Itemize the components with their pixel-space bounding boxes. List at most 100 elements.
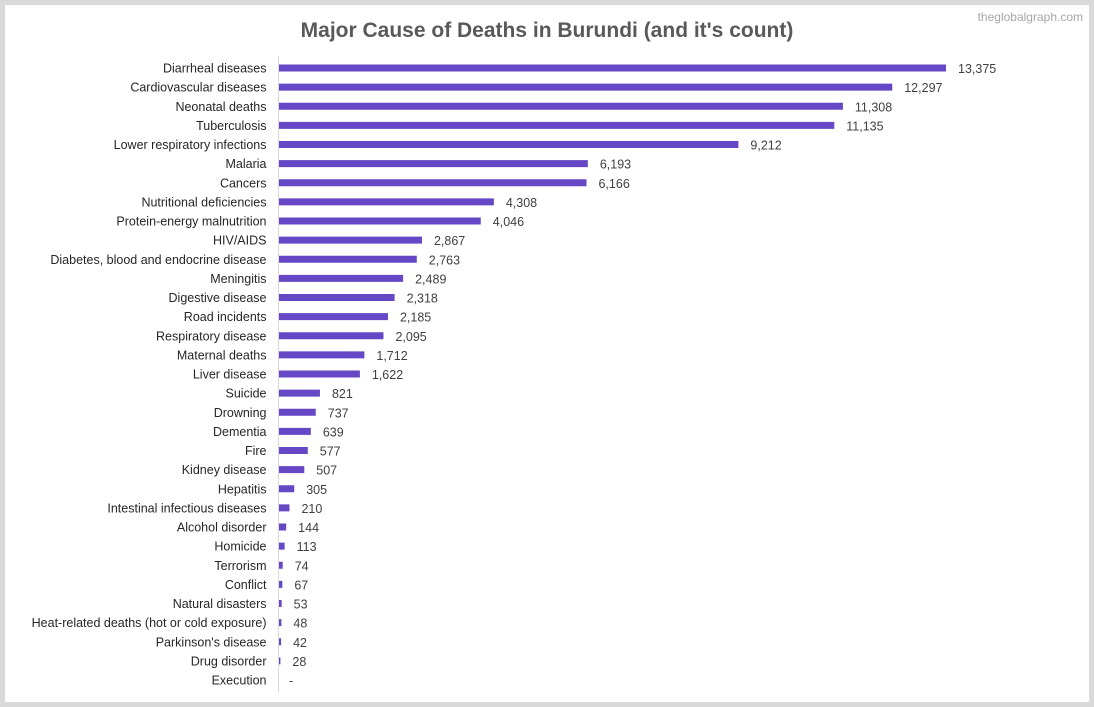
- category-label: Maternal deaths: [177, 348, 267, 362]
- bar: [279, 408, 316, 416]
- category-label: Liver disease: [193, 368, 267, 382]
- data-label: 2,867: [434, 234, 465, 248]
- category-label: Natural disasters: [173, 597, 267, 611]
- bar: [279, 466, 305, 474]
- data-label: 737: [328, 406, 349, 420]
- bar: [279, 313, 388, 321]
- bars-layer: Diarrheal diseases 13,375 Cardiovascular d…: [32, 62, 997, 689]
- data-label: 4,308: [506, 196, 537, 210]
- category-label: Conflict: [225, 578, 267, 592]
- data-label: 12,297: [904, 81, 942, 95]
- data-label: 11,135: [846, 119, 883, 133]
- data-label: 577: [320, 445, 341, 459]
- data-label: 13,375: [958, 62, 996, 76]
- bar: [279, 638, 282, 646]
- category-label: Fire: [245, 444, 267, 458]
- data-label: 28: [292, 655, 306, 669]
- data-label: 2,185: [400, 311, 431, 325]
- category-label: Intestinal infectious diseases: [107, 501, 266, 515]
- category-label: Suicide: [226, 387, 267, 401]
- data-label: 67: [294, 578, 308, 592]
- data-label: -: [289, 674, 293, 688]
- data-label: 74: [295, 559, 309, 573]
- bar: [279, 427, 311, 435]
- bar: [279, 370, 360, 378]
- data-label: 305: [306, 483, 327, 497]
- category-label: Cardiovascular diseases: [130, 81, 266, 95]
- category-label: Road incidents: [184, 310, 267, 324]
- category-label: Lower respiratory infections: [114, 138, 267, 152]
- bar: [279, 160, 588, 168]
- category-label: Execution: [212, 674, 267, 688]
- bar: [279, 523, 287, 531]
- bar: [279, 179, 587, 187]
- data-label: 2,095: [395, 330, 426, 344]
- bar: [279, 217, 481, 225]
- category-label: Protein-energy malnutrition: [116, 215, 266, 229]
- data-label: 639: [323, 425, 344, 439]
- bar: [279, 332, 384, 340]
- bar: [279, 351, 365, 359]
- category-label: Heat-related deaths (hot or cold exposur…: [32, 616, 267, 630]
- bar: [279, 600, 282, 607]
- category-label: Drowning: [214, 406, 267, 420]
- bar: [279, 542, 285, 550]
- data-label: 1,712: [376, 349, 407, 363]
- category-label: Drug disorder: [191, 654, 267, 668]
- category-label: Kidney disease: [182, 463, 267, 477]
- data-label: 4,046: [493, 215, 524, 229]
- bar: [279, 485, 295, 493]
- bar: [279, 255, 417, 263]
- data-label: 42: [293, 636, 307, 650]
- bar: [279, 504, 290, 512]
- data-label: 9,212: [750, 139, 781, 153]
- bar: [279, 657, 281, 665]
- category-label: Tuberculosis: [196, 119, 266, 133]
- category-label: Terrorism: [214, 559, 266, 573]
- bar: [279, 121, 835, 129]
- bar: [279, 64, 946, 72]
- data-label: 113: [297, 540, 317, 554]
- data-label: 507: [316, 464, 337, 478]
- bar: [279, 580, 283, 588]
- bar: [279, 447, 308, 454]
- category-label: Alcohol disorder: [177, 521, 267, 535]
- data-label: 144: [298, 521, 319, 535]
- category-label: Digestive disease: [169, 291, 267, 305]
- bar-chart: Diarrheal diseases 13,375 Cardiovascular d…: [32, 56, 997, 692]
- data-label: 48: [293, 617, 307, 631]
- category-label: Cancers: [220, 176, 267, 190]
- data-label: 1,622: [372, 368, 403, 382]
- bar: [279, 83, 893, 91]
- bar: [279, 198, 494, 206]
- data-label: 2,763: [429, 253, 460, 267]
- bar: [279, 619, 282, 627]
- category-label: HIV/AIDS: [213, 234, 267, 248]
- bar: [279, 294, 395, 301]
- data-label: 6,166: [598, 177, 629, 191]
- bar: [279, 102, 843, 110]
- data-label: 821: [332, 387, 353, 401]
- data-label: 6,193: [600, 158, 631, 172]
- data-label: 210: [301, 502, 322, 516]
- data-label: 2,318: [407, 292, 438, 306]
- data-label: 2,489: [415, 272, 446, 286]
- category-label: Nutritional deficiencies: [141, 195, 266, 209]
- category-label: Neonatal deaths: [175, 100, 266, 114]
- bar: [279, 389, 320, 397]
- data-label: 11,308: [855, 100, 892, 114]
- bar: [279, 274, 404, 282]
- bar: [279, 141, 739, 148]
- bar: [279, 236, 422, 244]
- category-label: Homicide: [214, 540, 266, 554]
- category-label: Respiratory disease: [156, 329, 267, 343]
- category-label: Hepatitis: [218, 482, 267, 496]
- category-label: Meningitis: [210, 272, 266, 286]
- category-label: Dementia: [213, 425, 267, 439]
- category-label: Malaria: [226, 157, 267, 171]
- category-label: Diabetes, blood and endocrine disease: [50, 253, 266, 267]
- category-label: Parkinson's disease: [156, 635, 267, 649]
- data-label: 53: [294, 598, 308, 612]
- category-label: Diarrheal diseases: [163, 62, 267, 76]
- bar: [279, 561, 283, 569]
